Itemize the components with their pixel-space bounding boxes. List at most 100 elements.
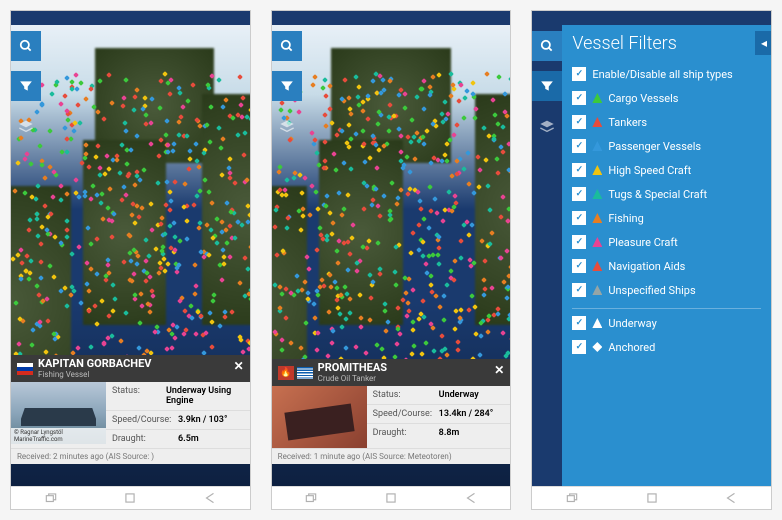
vessel-type: Fishing Vessel (38, 370, 151, 379)
vessel-type-icon (592, 261, 602, 271)
filter-label: Fishing (608, 212, 643, 225)
vessel-photo[interactable] (272, 386, 367, 448)
filter-type-item[interactable]: ✓ Tankers (572, 110, 761, 134)
filter-toggle-all[interactable]: ✓ Enable/Disable all ship types (572, 62, 761, 86)
filter-label: Navigation Aids (608, 260, 685, 273)
home-icon[interactable] (384, 491, 398, 505)
map-area[interactable]: 🔥 PROMITHEAS Crude Oil Tanker ✕ Status:U… (272, 25, 511, 486)
vessel-type-icon (592, 237, 602, 247)
draught-value: 6.5m (178, 434, 199, 444)
filter-status-item[interactable]: ✓ Underway (572, 311, 761, 335)
status-label: Status: (112, 386, 166, 406)
vessel-type-icon (592, 141, 602, 151)
checkbox-icon: ✓ (572, 67, 586, 81)
recent-apps-icon[interactable] (565, 491, 579, 505)
filter-label: Underway (608, 317, 656, 330)
filter-type-item[interactable]: ✓ High Speed Craft (572, 158, 761, 182)
recent-apps-icon[interactable] (44, 491, 58, 505)
filter-icon[interactable] (532, 71, 562, 101)
layers-icon[interactable] (532, 111, 562, 141)
received-text: Received: 2 minutes ago (AIS Source: ) (11, 448, 250, 464)
filters-title: Vessel Filters (572, 33, 761, 54)
filter-type-item[interactable]: ✓ Unspecified Ships (572, 278, 761, 302)
phone-screen-2: 🔥 PROMITHEAS Crude Oil Tanker ✕ Status:U… (271, 10, 512, 510)
flag-icon-greece (297, 367, 313, 379)
map-area[interactable]: KAPITAN GORBACHEV Fishing Vessel ✕ © Rag… (11, 25, 250, 486)
draught-label: Draught: (112, 434, 178, 444)
status-bar (272, 11, 511, 25)
filter-type-item[interactable]: ✓ Passenger Vessels (572, 134, 761, 158)
filter-type-item[interactable]: ✓ Pleasure Craft (572, 230, 761, 254)
speed-label: Speed/Course: (373, 409, 439, 419)
filter-label: Tankers (608, 116, 647, 129)
collapse-panel-icon[interactable]: ◂ (755, 31, 771, 55)
search-icon[interactable] (272, 31, 302, 61)
filter-icon[interactable] (11, 71, 41, 101)
layers-icon[interactable] (272, 111, 302, 141)
vessel-type-icon (592, 93, 602, 103)
close-icon[interactable]: ✕ (234, 359, 244, 373)
filter-type-item[interactable]: ✓ Navigation Aids (572, 254, 761, 278)
android-nav-bar (532, 486, 771, 509)
android-nav-bar (272, 486, 511, 509)
filter-type-item[interactable]: ✓ Tugs & Special Craft (572, 182, 761, 206)
status-bar (532, 11, 771, 25)
search-icon[interactable] (11, 31, 41, 61)
vessel-filters-panel: Vessel Filters ✓ Enable/Disable all ship… (562, 25, 771, 486)
checkbox-icon: ✓ (572, 187, 586, 201)
filter-label: Enable/Disable all ship types (592, 68, 732, 81)
checkbox-icon: ✓ (572, 91, 586, 105)
back-icon[interactable] (203, 491, 217, 505)
filter-label: Unspecified Ships (608, 284, 695, 297)
vessel-type: Crude Oil Tanker (318, 374, 387, 383)
filter-type-item[interactable]: ✓ Cargo Vessels (572, 86, 761, 110)
home-icon[interactable] (645, 491, 659, 505)
vessel-type-icon (592, 213, 602, 223)
vessel-type-icon (592, 165, 602, 175)
search-icon[interactable] (532, 31, 562, 61)
phone-screen-3: ◂ Vessel Filters ✓ Enable/Disable all sh… (531, 10, 772, 510)
vessel-info-card: 🔥 PROMITHEAS Crude Oil Tanker ✕ Status:U… (272, 359, 511, 464)
speed-label: Speed/Course: (112, 415, 178, 425)
draught-label: Draught: (373, 428, 439, 438)
vessel-type-icon (592, 117, 602, 127)
home-icon[interactable] (123, 491, 137, 505)
vessel-type-icon (592, 285, 602, 295)
recent-apps-icon[interactable] (304, 491, 318, 505)
filter-icon[interactable] (272, 71, 302, 101)
anchored-icon (592, 342, 602, 352)
checkbox-icon: ✓ (572, 340, 586, 354)
filter-label: Tugs & Special Craft (608, 188, 707, 201)
back-icon[interactable] (464, 491, 478, 505)
vessel-name: KAPITAN GORBACHEV (38, 358, 151, 369)
checkbox-icon: ✓ (572, 316, 586, 330)
vessel-photo[interactable]: © Ragnar Lyngstöl MarineTraffic.com (11, 382, 106, 444)
checkbox-icon: ✓ (572, 163, 586, 177)
close-icon[interactable]: ✕ (494, 363, 504, 377)
checkbox-icon: ✓ (572, 259, 586, 273)
filter-status-item[interactable]: ✓ Anchored (572, 335, 761, 359)
map-area: ◂ Vessel Filters ✓ Enable/Disable all sh… (532, 25, 771, 486)
phone-screen-1: KAPITAN GORBACHEV Fishing Vessel ✕ © Rag… (10, 10, 251, 510)
received-text: Received: 1 minute ago (AIS Source: Mete… (272, 448, 511, 464)
flag-icon-russia (17, 363, 33, 375)
vessel-name: PROMITHEAS (318, 362, 387, 373)
filter-label: High Speed Craft (608, 164, 691, 177)
checkbox-icon: ✓ (572, 211, 586, 225)
checkbox-icon: ✓ (572, 139, 586, 153)
vessel-type-icon (592, 189, 602, 199)
underway-icon (592, 318, 602, 328)
filter-label: Passenger Vessels (608, 140, 701, 153)
checkbox-icon: ✓ (572, 235, 586, 249)
vessel-info-card: KAPITAN GORBACHEV Fishing Vessel ✕ © Rag… (11, 355, 250, 464)
filter-label: Cargo Vessels (608, 92, 678, 105)
photo-credit: © Ragnar Lyngstöl MarineTraffic.com (11, 428, 106, 444)
filter-type-item[interactable]: ✓ Fishing (572, 206, 761, 230)
status-value: Underway Using Engine (166, 386, 244, 406)
filter-label: Anchored (608, 341, 655, 354)
draught-value: 8.8m (439, 428, 460, 438)
speed-value: 13.4kn / 284° (439, 409, 494, 419)
layers-icon[interactable] (11, 111, 41, 141)
tanker-badge-icon: 🔥 (278, 366, 294, 380)
back-icon[interactable] (724, 491, 738, 505)
